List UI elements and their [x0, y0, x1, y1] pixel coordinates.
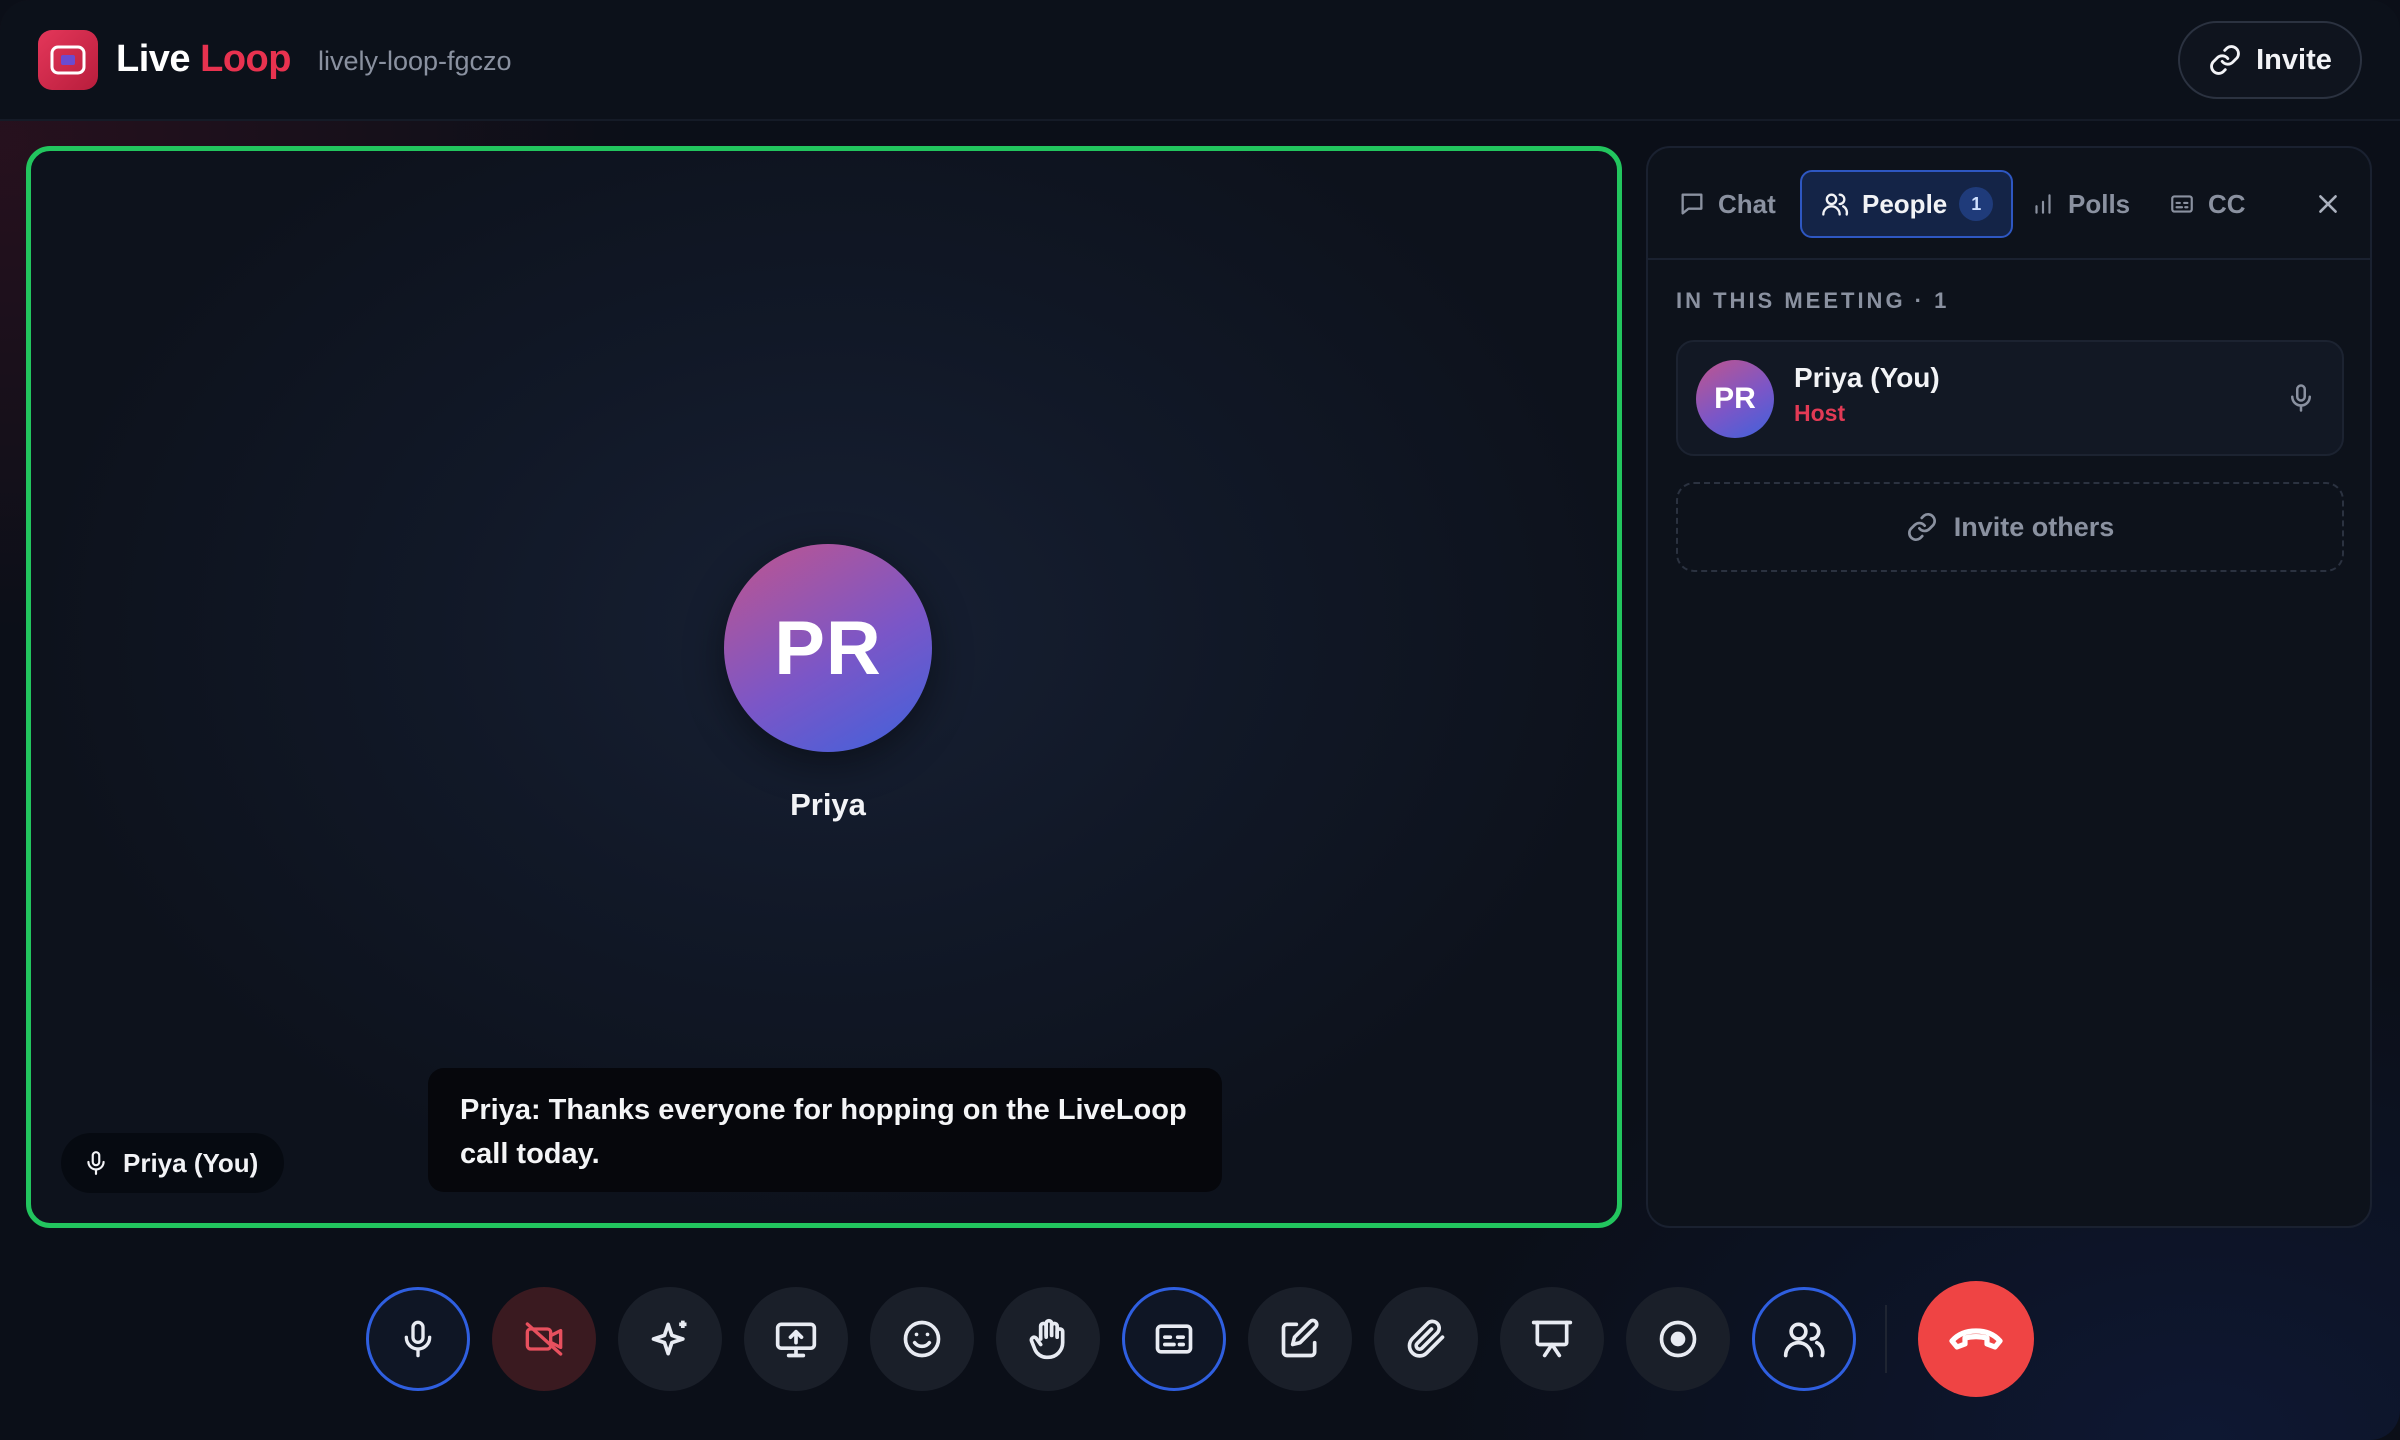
- close-icon: [2315, 191, 2341, 217]
- microphone-icon: [2286, 380, 2316, 416]
- whiteboard-button[interactable]: [1248, 1287, 1352, 1391]
- toolbar-divider: [1885, 1305, 1887, 1373]
- chat-bubble-icon: [1678, 190, 1706, 218]
- end-call-button[interactable]: [1918, 1281, 2034, 1397]
- phone-hangup-icon: [1946, 1319, 2006, 1359]
- mic-button[interactable]: [366, 1287, 470, 1391]
- app-window: Live Loop lively-loop-fgczo Invite PR Pr…: [0, 0, 2400, 1440]
- tab-polls[interactable]: Polls: [2030, 170, 2130, 238]
- reactions-button[interactable]: [870, 1287, 974, 1391]
- video-window-icon: [49, 44, 87, 76]
- tab-polls-label: Polls: [2068, 188, 2131, 219]
- bar-chart-icon: [2030, 190, 2056, 218]
- close-panel-button[interactable]: [2308, 184, 2348, 224]
- invite-label: Invite: [2256, 43, 2332, 76]
- speaker-avatar: PR: [724, 544, 932, 752]
- sparkles-icon: [648, 1317, 692, 1361]
- participant-name-tag: Priya (You): [61, 1133, 285, 1193]
- microphone-icon: [83, 1148, 109, 1178]
- invite-button[interactable]: Invite: [2178, 21, 2362, 99]
- live-caption: Priya: Thanks everyone for hopping on th…: [428, 1068, 1222, 1192]
- meeting-section-title: IN THIS MEETING · 1: [1676, 288, 1950, 313]
- tab-people[interactable]: People 1: [1800, 170, 2014, 238]
- tab-cc[interactable]: CC: [2168, 170, 2246, 238]
- participants-button[interactable]: [1752, 1287, 1856, 1391]
- paperclip-icon: [1404, 1317, 1448, 1361]
- users-icon: [1820, 190, 1850, 218]
- captions-icon: [2168, 191, 2196, 217]
- record-button[interactable]: [1626, 1287, 1730, 1391]
- hand-icon: [1026, 1317, 1070, 1361]
- people-count-badge: 1: [1959, 187, 1994, 221]
- tab-chat-label: Chat: [1718, 188, 1776, 219]
- record-icon: [1656, 1317, 1700, 1361]
- brand-word-loop: Loop: [200, 38, 291, 80]
- logo: [38, 30, 98, 90]
- attach-button[interactable]: [1374, 1287, 1478, 1391]
- participant-role: Host: [1794, 400, 1846, 426]
- brand-name: Live Loop: [116, 34, 291, 84]
- invite-others-label: Invite others: [1953, 511, 2115, 542]
- link-icon: [1906, 511, 1938, 543]
- camera-off-icon: [522, 1319, 566, 1359]
- participant-name: Priya (You): [1794, 362, 1940, 393]
- users-icon: [1782, 1317, 1826, 1361]
- name-tag-label: Priya (You): [123, 1147, 259, 1178]
- top-bar: Live Loop lively-loop-fgczo Invite: [0, 0, 2400, 121]
- microphone-icon: [398, 1317, 438, 1361]
- present-button[interactable]: [1500, 1287, 1604, 1391]
- participant-row[interactable]: PR Priya (You) Host: [1676, 340, 2344, 456]
- invite-others-button[interactable]: Invite others: [1676, 482, 2344, 572]
- camera-toggle-button[interactable]: [492, 1287, 596, 1391]
- edit-icon: [1278, 1317, 1322, 1361]
- link-icon: [2208, 43, 2242, 77]
- tab-people-label: People: [1862, 188, 1948, 219]
- brand-word-live: Live: [116, 38, 191, 80]
- effects-button[interactable]: [618, 1287, 722, 1391]
- speaker-name: Priya: [790, 787, 866, 822]
- smiley-icon: [900, 1317, 944, 1361]
- avatar: PR: [1696, 360, 1774, 438]
- tab-chat[interactable]: Chat: [1678, 170, 1776, 238]
- side-panel: Chat People 1 Polls CC IN THIS MEETING ·…: [1646, 146, 2372, 1228]
- captions-button[interactable]: [1122, 1287, 1226, 1391]
- room-code: lively-loop-fgczo: [318, 46, 512, 76]
- share-screen-button[interactable]: [744, 1287, 848, 1391]
- raise-hand-button[interactable]: [996, 1287, 1100, 1391]
- panel-tabs: Chat People 1 Polls CC: [1648, 148, 2370, 260]
- screen-share-icon: [774, 1317, 818, 1361]
- captions-icon: [1152, 1317, 1196, 1361]
- tab-cc-label: CC: [2208, 188, 2246, 219]
- presentation-icon: [1530, 1317, 1574, 1361]
- main-video-tile[interactable]: PR Priya Priya (You) Priya: Thanks every…: [26, 146, 1622, 1228]
